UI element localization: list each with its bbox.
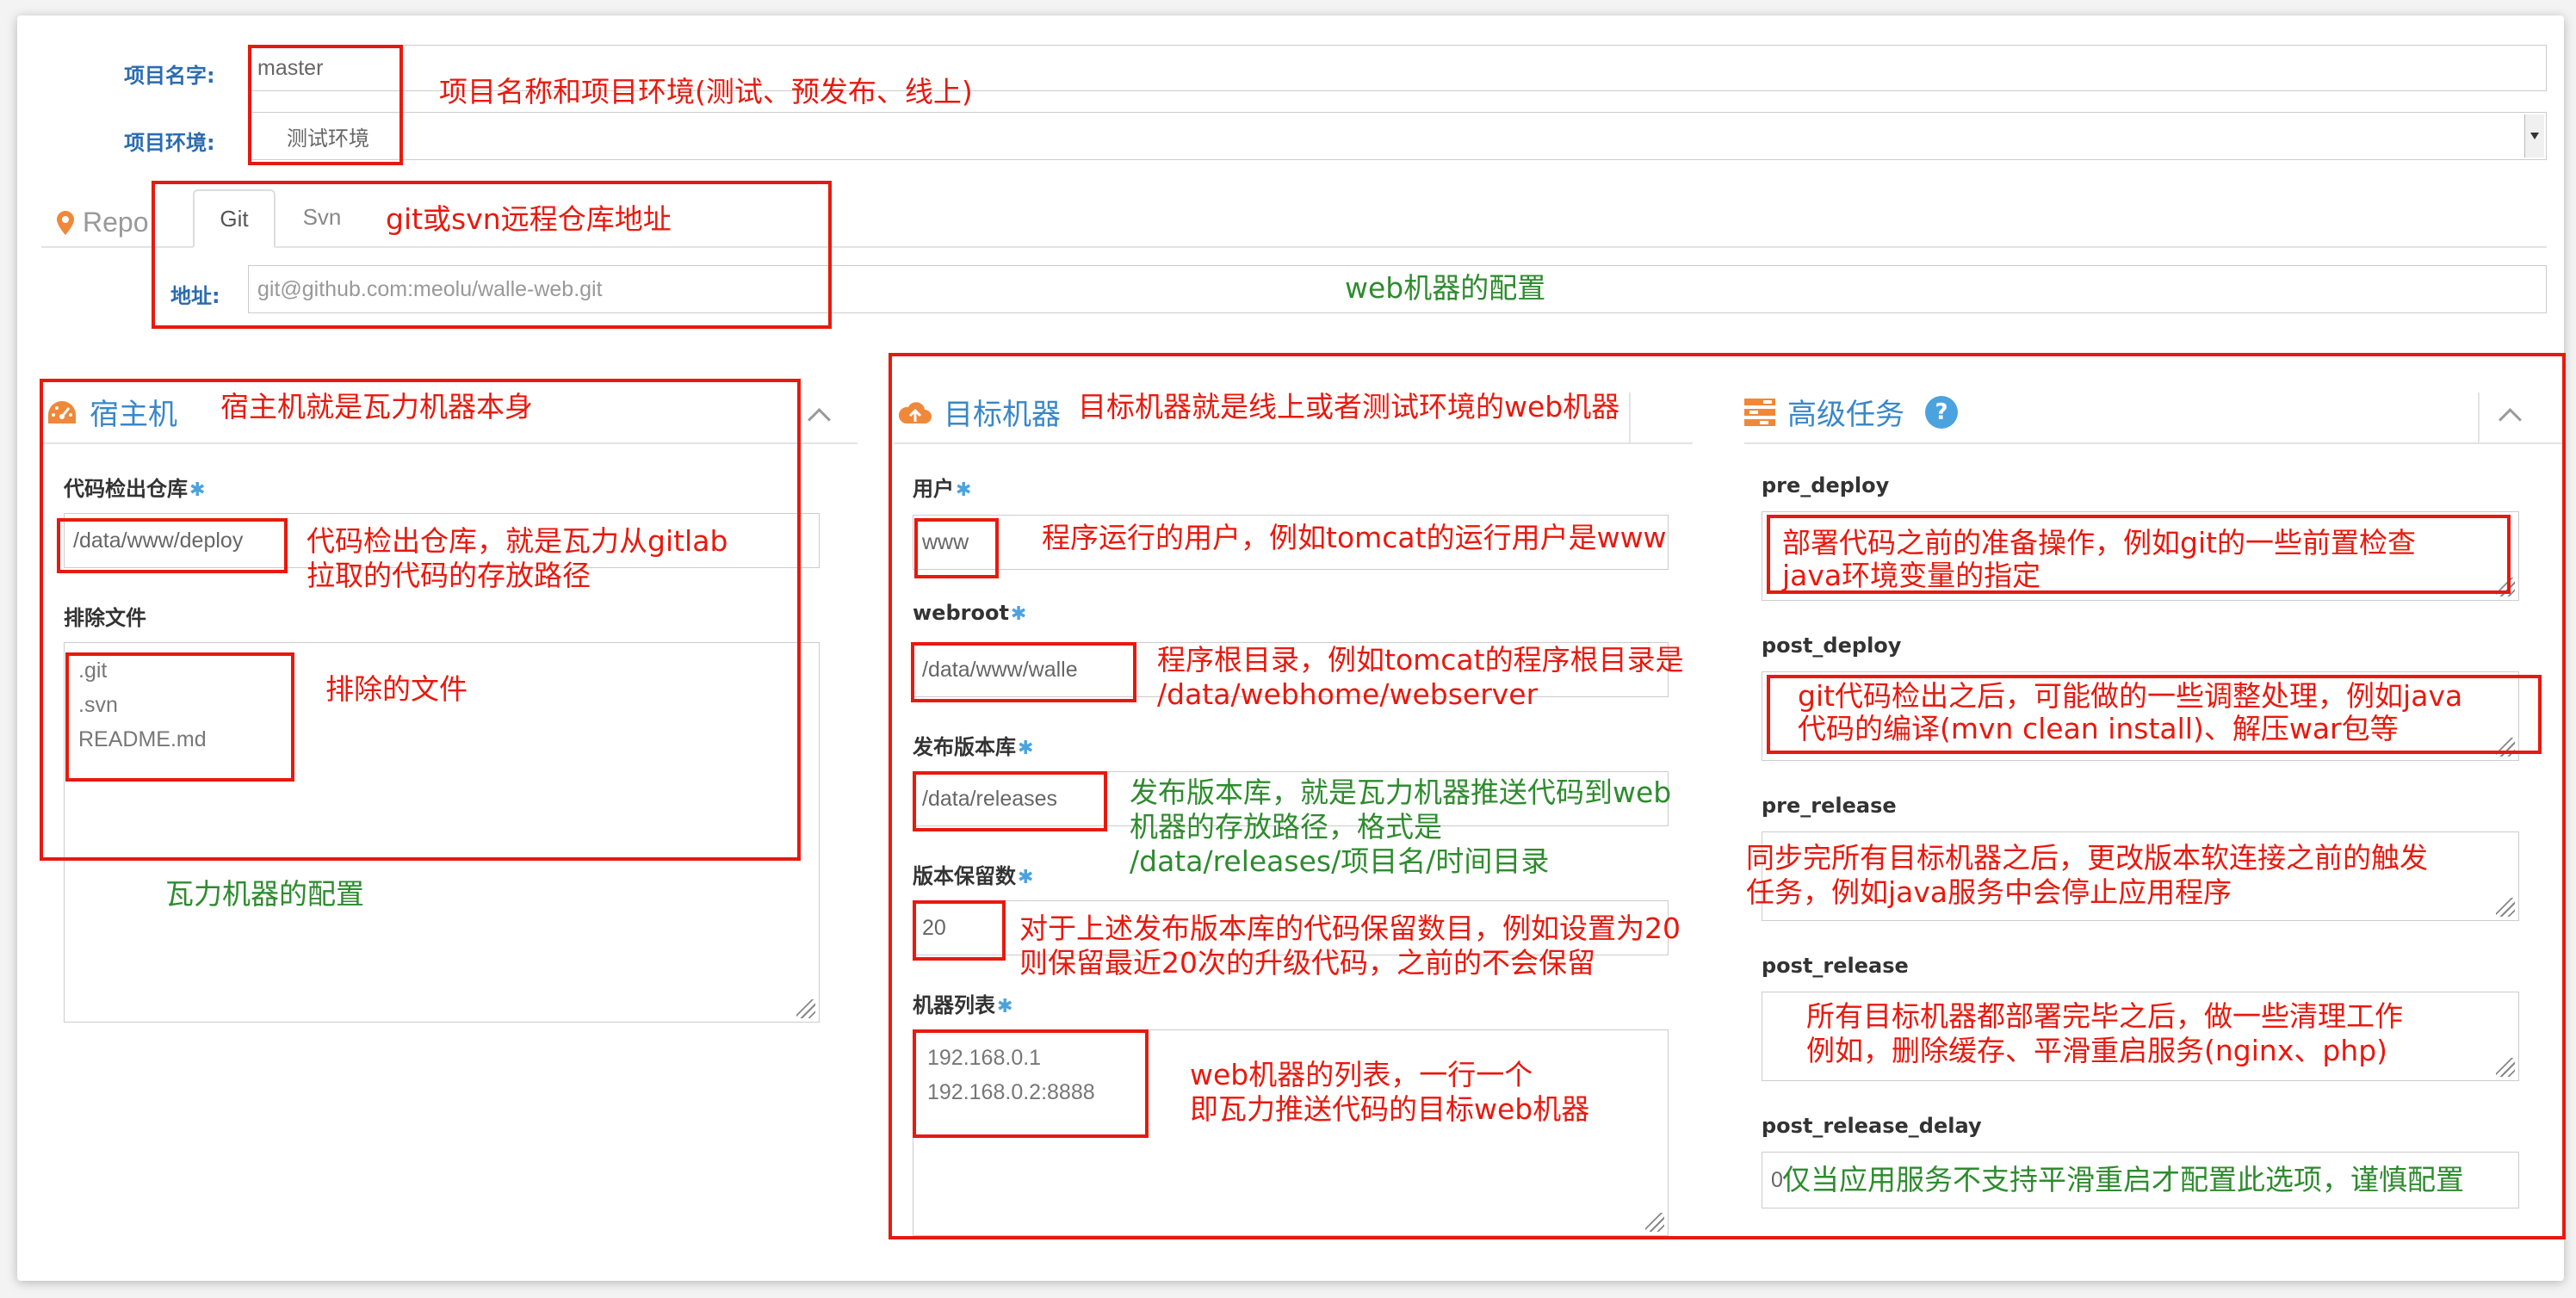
panel-separator	[2478, 392, 2480, 442]
annotation-webroot-2: /data/webhome/webserver	[1157, 677, 1539, 711]
annotation-releases-2: 机器的存放路径，格式是	[1130, 810, 1442, 844]
map-marker-icon	[57, 210, 74, 235]
annotation-delay: 仅当应用服务不支持平滑重启才配置此选项，谨慎配置	[1782, 1163, 2464, 1196]
annotation-exclude: 排除的文件	[325, 672, 468, 706]
annotation-post-release-2: 例如，删除缓存、平滑重启服务(nginx、php)	[1806, 1034, 2388, 1067]
project-env-select[interactable]: 测试环境	[248, 112, 2547, 160]
repo-title: Repo	[83, 207, 149, 238]
annotation-post-deploy-2: 代码的编译(mvn clean install)、解压war包等	[1798, 712, 2399, 745]
help-icon[interactable]: ?	[1925, 395, 1958, 429]
annotation-box-keep	[913, 900, 1006, 961]
annotation-project: 项目名称和项目环境(测试、预发布、线上)	[439, 75, 973, 108]
resize-grip-icon[interactable]	[2496, 1058, 2515, 1077]
annotation-pre-deploy-2: java环境变量的指定	[1782, 559, 2041, 592]
annotation-box-webroot	[911, 642, 1136, 702]
annotation-post-deploy-1: git代码检出之后，可能做的一些调整处理，例如java	[1798, 679, 2463, 713]
annotation-post-release-1: 所有目标机器都部署完毕之后，做一些清理工作	[1806, 999, 2403, 1033]
annotation-box-host	[40, 379, 801, 861]
pre-deploy-label: pre_deploy	[1762, 473, 1890, 498]
annotation-checkout-1: 代码检出仓库，就是瓦力从gitlab	[307, 524, 728, 558]
annotation-releases-1: 发布版本库，就是瓦力机器推送代码到web	[1130, 776, 1672, 809]
advanced-divider	[1744, 442, 2562, 444]
annotation-box-user	[914, 518, 999, 578]
post-deploy-label: post_deploy	[1762, 634, 1902, 658]
resize-grip-icon[interactable]	[796, 999, 815, 1018]
annotation-web-config: web机器的配置	[1345, 271, 1546, 305]
resize-grip-icon[interactable]	[2496, 898, 2515, 917]
annotation-repo: git或svn远程仓库地址	[386, 202, 672, 236]
annotation-box-hosts	[913, 1029, 1149, 1138]
annotation-keep-2: 则保留最近20次的升级代码，之前的不会保留	[1019, 946, 1595, 980]
project-config-card: 项目名字: master 项目环境: 测试环境 项目名称和项目环境(测试、预发布…	[17, 15, 2566, 1281]
annotation-box-project	[248, 45, 403, 165]
project-name-label: 项目名字:	[124, 64, 215, 88]
post-release-label: post_release	[1762, 954, 1909, 978]
annotation-pre-deploy-1: 部署代码之前的准备操作，例如git的一些前置检查	[1782, 526, 2417, 559]
annotation-pre-release-2: 任务，例如java服务中会停止应用程序	[1746, 875, 2232, 909]
annotation-user: 程序运行的用户，例如tomcat的运行用户是www	[1042, 521, 1667, 554]
pre-release-label: pre_release	[1762, 794, 1897, 818]
post-release-delay-label: post_release_delay	[1762, 1114, 1982, 1138]
annotation-host: 宿主机就是瓦力机器本身	[220, 390, 533, 423]
annotation-target: 目标机器就是线上或者测试环境的web机器	[1078, 390, 1620, 423]
tasks-icon	[1744, 398, 1775, 426]
annotation-releases-3: /data/releases/项目名/时间目录	[1130, 844, 1550, 878]
advanced-header: 高级任务 ?	[1744, 391, 1958, 433]
annotation-keep-1: 对于上述发布版本库的代码保留数目，例如设置为20	[1019, 912, 1681, 945]
annotation-box-exclude	[65, 652, 294, 782]
annotation-box-releases	[913, 771, 1107, 831]
select-arrow-icon[interactable]	[2524, 114, 2544, 158]
project-env-label: 项目环境:	[124, 131, 215, 155]
annotation-hosts-1: web机器的列表，一行一个	[1190, 1058, 1533, 1091]
annotation-pre-release-1: 同步完所有目标机器之后，更改版本软连接之前的触发	[1746, 841, 2428, 875]
repo-header: Repo	[57, 207, 149, 238]
annotation-walle-config: 瓦力机器的配置	[165, 877, 364, 911]
host-collapse-icon[interactable]	[808, 408, 831, 431]
annotation-box-checkout	[57, 518, 288, 573]
annotation-hosts-2: 即瓦力推送代码的目标web机器	[1190, 1092, 1590, 1126]
advanced-title: 高级任务	[1787, 399, 1904, 431]
annotation-webroot-1: 程序根目录，例如tomcat的程序根目录是	[1157, 643, 1684, 677]
annotation-checkout-2: 拉取的代码的存放路径	[307, 559, 591, 592]
